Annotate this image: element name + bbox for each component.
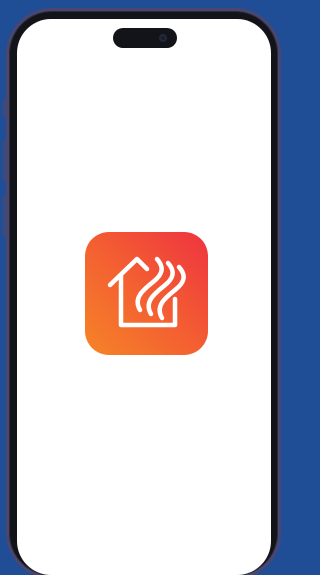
side-button-action <box>3 98 7 118</box>
front-camera-icon <box>159 34 167 42</box>
side-button-volume-down <box>3 195 7 237</box>
house-flame-icon <box>107 256 186 328</box>
dynamic-island <box>113 28 177 48</box>
app-icon <box>85 232 208 355</box>
side-button-volume-up <box>3 140 7 182</box>
